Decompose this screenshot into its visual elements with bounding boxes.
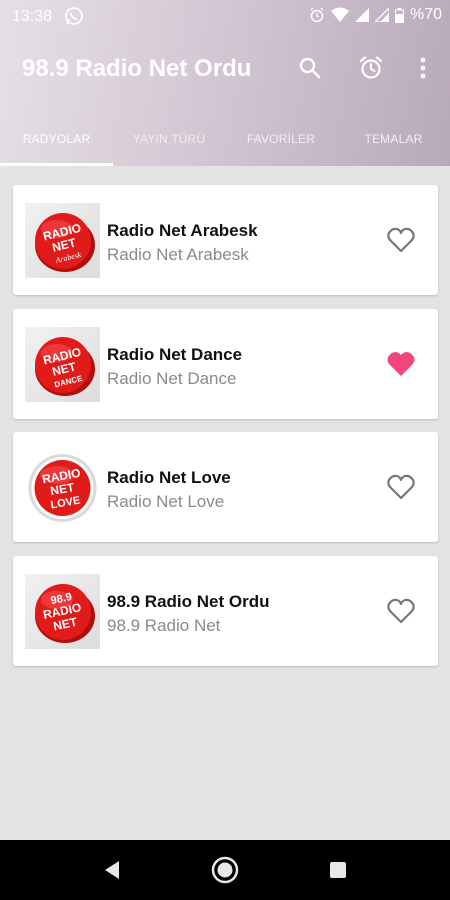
recents-icon <box>330 862 346 878</box>
status-icons: %70 <box>309 6 442 24</box>
back-button[interactable] <box>96 854 128 886</box>
back-icon <box>105 861 119 879</box>
station-card[interactable]: 98.9 RADIO NET 98.9 Radio Net Ordu 98.9 … <box>13 556 438 666</box>
tab-indicator <box>0 163 113 166</box>
wifi-icon <box>330 7 349 23</box>
tab-radyolar[interactable]: RADYOLAR <box>0 112 113 166</box>
station-logo: 98.9 RADIO NET <box>25 574 100 649</box>
signal-icon <box>374 8 389 22</box>
station-logo: RADIO NET LOVE <box>25 450 100 525</box>
tab-favoriler[interactable]: FAVORİLER <box>225 112 337 166</box>
favorite-button[interactable] <box>384 225 418 255</box>
station-card[interactable]: RADIO NET DANCE Radio Net Dance Radio Ne… <box>13 309 438 419</box>
home-icon <box>211 856 239 884</box>
station-name: Radio Net Arabesk <box>107 221 258 240</box>
battery-text: %70 <box>409 6 442 23</box>
station-subtitle: Radio Net Dance <box>107 369 237 388</box>
station-card[interactable]: RADIO NET Arabesk Radio Net Arabesk Radi… <box>13 185 438 295</box>
more-options-button[interactable] <box>403 48 443 88</box>
heart-outline-icon <box>387 474 415 500</box>
station-subtitle: Radio Net Arabesk <box>107 245 249 264</box>
app-header: 13:38 %70 98.9 Radio Net Ordu RADYOLAR Y… <box>0 0 450 166</box>
alarm-button[interactable] <box>351 48 391 88</box>
station-name: Radio Net Love <box>107 468 231 487</box>
status-time: 13:38 <box>12 8 53 25</box>
home-button[interactable] <box>209 854 241 886</box>
app-title: 98.9 Radio Net Ordu <box>22 55 252 82</box>
station-logo: RADIO NET DANCE <box>25 327 100 402</box>
station-logo: RADIO NET Arabesk <box>25 203 100 278</box>
tab-temalar[interactable]: TEMALAR <box>337 112 450 166</box>
app-bar: 98.9 Radio Net Ordu <box>0 34 450 104</box>
favorite-button[interactable] <box>384 596 418 626</box>
whatsapp-icon <box>64 6 84 26</box>
system-nav-bar <box>0 840 450 900</box>
search-icon <box>299 57 321 79</box>
alarm-clock-icon <box>359 56 383 79</box>
heart-outline-icon <box>387 598 415 624</box>
favorite-button[interactable] <box>384 349 418 379</box>
station-subtitle: 98.9 Radio Net <box>107 616 221 635</box>
station-name: 98.9 Radio Net Ordu <box>107 592 270 611</box>
status-bar: 13:38 %70 <box>0 0 450 34</box>
signal-icon <box>354 8 369 22</box>
tab-yayin-turu[interactable]: YAYIN TÜRÜ <box>113 112 225 166</box>
station-subtitle: Radio Net Love <box>107 492 225 511</box>
recents-button[interactable] <box>322 854 354 886</box>
favorite-button[interactable] <box>384 472 418 502</box>
search-button[interactable] <box>290 48 330 88</box>
battery-icon <box>394 7 404 23</box>
alarm-icon <box>309 7 325 23</box>
station-card[interactable]: RADIO NET LOVE Radio Net Love Radio Net … <box>13 432 438 542</box>
more-vert-icon <box>420 57 426 79</box>
tab-bar: RADYOLAR YAYIN TÜRÜ FAVORİLER TEMALAR <box>0 112 450 166</box>
heart-outline-icon <box>387 227 415 253</box>
heart-filled-icon <box>387 352 415 376</box>
station-name: Radio Net Dance <box>107 345 243 364</box>
